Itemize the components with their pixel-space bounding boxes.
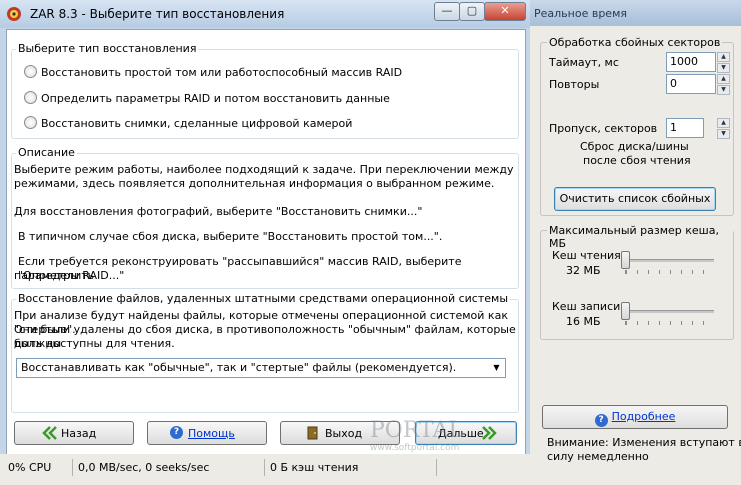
- minimize-button[interactable]: —: [434, 2, 460, 21]
- retries-arrows[interactable]: ▲ ▼: [717, 74, 730, 95]
- timeout-arrows[interactable]: ▲ ▼: [717, 52, 730, 73]
- option-simple-volume[interactable]: Восстановить простой том или работоспосо…: [24, 65, 402, 79]
- spin-up-icon[interactable]: ▲: [717, 74, 730, 84]
- watermark-logo: PORTAL: [370, 418, 463, 443]
- clear-bad-list-button[interactable]: Очистить список сбойных: [554, 187, 716, 211]
- write-cache-ticks: [625, 321, 714, 325]
- reset-note-1: Сброс диска/шины: [580, 140, 689, 153]
- description-line-6: параметры RAID...": [14, 269, 125, 282]
- main-titlebar: ZAR 8.3 - Выберите тип восстановления — …: [0, 0, 530, 28]
- spin-down-icon[interactable]: ▼: [717, 129, 730, 139]
- timeout-value: 1000: [670, 55, 698, 68]
- option-detect-raid-label: Определить параметры RAID и потом восста…: [41, 92, 390, 105]
- status-io-cell: 0,0 MB/sec, 0 seeks/sec: [74, 459, 265, 476]
- back-arrow-icon: [42, 426, 57, 440]
- status-cpu-cell: 0% CPU: [4, 459, 73, 476]
- radio-icon[interactable]: [24, 65, 37, 78]
- next-arrow-icon: [482, 426, 497, 440]
- more-info-button[interactable]: ? Подробнее: [542, 405, 728, 429]
- recovery-type-legend: Выберите тип восстановления: [16, 42, 199, 55]
- notice-line-1: Внимание: Изменения вступают в: [547, 436, 741, 449]
- status-bar: 0% CPU 0,0 MB/sec, 0 seeks/sec 0 Б кэш ч…: [0, 454, 530, 485]
- retries-label: Повторы: [549, 78, 600, 91]
- skip-arrows[interactable]: ▲ ▼: [717, 118, 730, 139]
- status-cache: 0 Б кэш чтения: [270, 461, 359, 474]
- exit-label: Выход: [325, 427, 363, 440]
- radio-icon[interactable]: [24, 91, 37, 104]
- help-label: Помощь: [188, 427, 235, 440]
- radio-icon[interactable]: [24, 116, 37, 129]
- status-cpu: 0% CPU: [8, 461, 52, 474]
- option-camera-photos-label: Восстановить снимки, сделанные цифровой …: [41, 117, 353, 130]
- deleted-files-line-3: быть доступны для чтения.: [14, 337, 175, 350]
- description-line-4: В типичном случае сбоя диска, выберите "…: [18, 230, 443, 243]
- option-simple-volume-label: Восстановить простой том или работоспосо…: [41, 66, 403, 79]
- reset-note-2: после сбоя чтения: [583, 154, 691, 167]
- main-title: ZAR 8.3 - Выберите тип восстановления: [30, 7, 285, 21]
- spin-up-icon[interactable]: ▲: [717, 118, 730, 128]
- status-io: 0,0 MB/sec, 0 seeks/sec: [78, 461, 210, 474]
- watermark-url: www.softportal.com: [370, 443, 460, 453]
- zar-app-icon: [7, 7, 21, 21]
- more-info-link[interactable]: Подробнее: [612, 410, 676, 423]
- minimize-icon: —: [441, 4, 453, 17]
- read-cache-slider-thumb[interactable]: [621, 251, 630, 269]
- write-cache-value: 16 МБ: [566, 315, 601, 328]
- maximize-button[interactable]: ▢: [459, 2, 485, 21]
- skip-spinner[interactable]: 1 ▲ ▼: [666, 118, 730, 139]
- skip-value: 1: [670, 121, 677, 134]
- realtime-title: Реальное время: [534, 7, 627, 20]
- timeout-label: Таймаут, мс: [549, 56, 619, 69]
- description-line-2: режимами, здесь появляется дополнительна…: [14, 177, 495, 190]
- realtime-window: Реальное время Обработка сбойных секторо…: [527, 0, 741, 485]
- close-icon: ✕: [500, 4, 510, 17]
- maximize-icon: ▢: [466, 4, 478, 17]
- description-group: Описание Выберите режим работы, наиболее…: [11, 146, 519, 289]
- deleted-files-mode-value: Восстанавливать как "обычные", так и "ст…: [21, 361, 457, 374]
- read-cache-ticks: [625, 270, 714, 274]
- retries-value: 0: [670, 77, 677, 90]
- deleted-files-legend: Восстановление файлов, удаленных штатным…: [16, 292, 510, 305]
- retries-spinner[interactable]: 0 ▲ ▼: [666, 74, 730, 95]
- realtime-titlebar: Реальное время: [528, 0, 741, 26]
- read-cache-slider-track[interactable]: [622, 259, 714, 262]
- description-legend: Описание: [16, 146, 77, 159]
- description-line-3: Для восстановления фотографий, выберите …: [14, 205, 423, 218]
- help-icon: ?: [594, 414, 608, 427]
- write-cache-label: Кеш записи: [552, 300, 621, 313]
- notice-line-2: силу немедленно: [547, 450, 649, 463]
- zar-main-window: ZAR 8.3 - Выберите тип восстановления — …: [0, 0, 530, 485]
- clear-bad-list-label: Очистить список сбойных: [559, 192, 711, 205]
- cache-legend: Максимальный размер кеша, МБ: [547, 224, 733, 250]
- status-cache-cell: 0 Б кэш чтения: [266, 459, 437, 476]
- description-line-1: Выберите режим работы, наиболее подходящ…: [14, 163, 514, 176]
- spin-down-icon[interactable]: ▼: [717, 85, 730, 95]
- help-icon: ?: [170, 426, 183, 439]
- skip-label: Пропуск, секторов: [549, 122, 658, 135]
- exit-icon: [307, 426, 318, 440]
- back-label: Назад: [61, 427, 97, 440]
- timeout-spinner[interactable]: 1000 ▲ ▼: [666, 52, 730, 73]
- bad-sectors-legend: Обработка сбойных секторов: [547, 36, 723, 49]
- option-camera-photos[interactable]: Восстановить снимки, сделанные цифровой …: [24, 116, 352, 130]
- spin-up-icon[interactable]: ▲: [717, 52, 730, 62]
- close-button[interactable]: ✕: [484, 2, 526, 21]
- dropdown-arrow-icon[interactable]: ▼: [489, 360, 504, 376]
- help-button[interactable]: ? Помощь: [147, 421, 267, 445]
- read-cache-value: 32 МБ: [566, 264, 601, 277]
- write-cache-slider-thumb[interactable]: [621, 302, 630, 320]
- wizard-client-area: Выберите тип восстановления Восстановить…: [6, 29, 526, 455]
- write-cache-slider-track[interactable]: [622, 310, 714, 313]
- recovery-type-group: Выберите тип восстановления Восстановить…: [11, 42, 519, 139]
- back-button[interactable]: Назад: [14, 421, 134, 445]
- read-cache-label: Кеш чтения: [552, 249, 621, 262]
- option-detect-raid[interactable]: Определить параметры RAID и потом восста…: [24, 91, 390, 105]
- deleted-files-mode-select[interactable]: Восстанавливать как "обычные", так и "ст…: [16, 358, 506, 378]
- deleted-files-group: Восстановление файлов, удаленных штатным…: [11, 292, 519, 413]
- spin-down-icon[interactable]: ▼: [717, 63, 730, 73]
